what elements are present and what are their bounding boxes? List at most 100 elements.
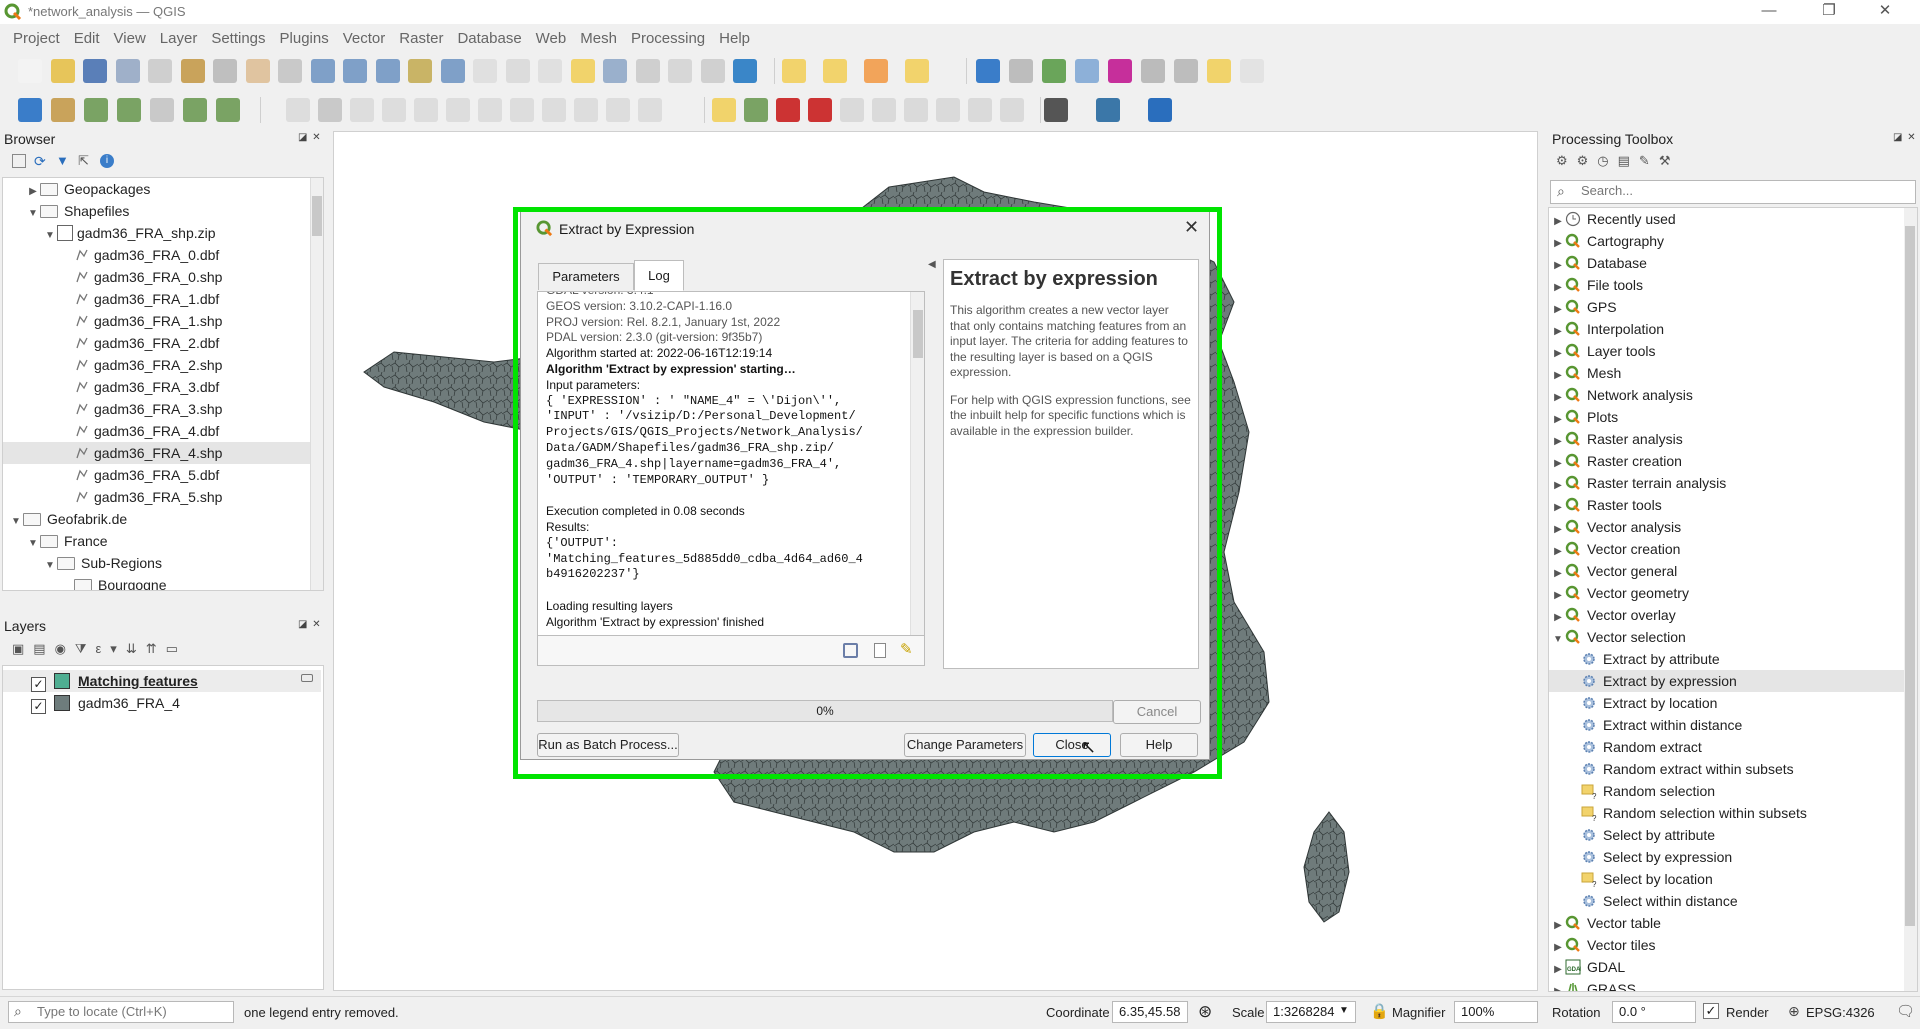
open-table-icon[interactable] bbox=[1141, 59, 1165, 83]
browser-item[interactable]: ▼ France bbox=[3, 530, 310, 552]
browser-item[interactable]: gadm36_FRA_2.dbf bbox=[3, 332, 310, 354]
move-label-icon[interactable] bbox=[872, 98, 896, 122]
toolbox-group[interactable]: ▶ GPS bbox=[1549, 296, 1904, 318]
rotate-label-icon[interactable] bbox=[904, 98, 928, 122]
toolbox-scrollbar[interactable] bbox=[1904, 208, 1917, 991]
browser-item[interactable]: gadm36_FRA_5.shp bbox=[3, 486, 310, 508]
toolbox-group[interactable]: ▶ File tools bbox=[1549, 274, 1904, 296]
label-toolbar-icon[interactable] bbox=[712, 98, 736, 122]
render-checkbox[interactable]: ✓ bbox=[1703, 1003, 1719, 1019]
toolbox-group[interactable]: ▶ Vector overlay bbox=[1549, 604, 1904, 626]
crs-label[interactable]: EPSG:4326 bbox=[1806, 1005, 1875, 1020]
deselect-icon[interactable] bbox=[864, 59, 888, 83]
layer-item[interactable]: ✓ Matching features bbox=[3, 670, 321, 692]
browser-item[interactable]: gadm36_FRA_0.dbf bbox=[3, 244, 310, 266]
cut-icon[interactable] bbox=[510, 98, 534, 122]
browser-item[interactable]: Bourgogne bbox=[3, 574, 310, 590]
locator-input[interactable]: Type to locate (Ctrl+K) bbox=[8, 1001, 234, 1023]
toolbox-group[interactable]: ▶ Database bbox=[1549, 252, 1904, 274]
zoom-next-icon[interactable] bbox=[538, 59, 562, 83]
georeferencer-icon[interactable] bbox=[1044, 98, 1068, 122]
save-project-icon[interactable] bbox=[83, 59, 107, 83]
browser-item[interactable]: gadm36_FRA_0.shp bbox=[3, 266, 310, 288]
new-mesh-layer-icon[interactable] bbox=[216, 98, 240, 122]
layer-symbol-swatch[interactable] bbox=[54, 695, 70, 711]
python-console-icon[interactable] bbox=[1096, 98, 1120, 122]
toolbox-algorithm[interactable]: ? Random selection bbox=[1549, 780, 1904, 802]
change-label-icon[interactable] bbox=[936, 98, 960, 122]
browser-item[interactable]: ▼ gadm36_FRA_shp.zip bbox=[3, 222, 310, 244]
toolbox-group[interactable]: ▶ Raster terrain analysis bbox=[1549, 472, 1904, 494]
field-calculator-icon[interactable] bbox=[1042, 59, 1066, 83]
current-edits-icon[interactable] bbox=[286, 98, 310, 122]
toolbox-toolbar[interactable]: ⚙⚙◷▤✎⚒ bbox=[1556, 153, 1696, 171]
toolbox-scroll-thumb[interactable] bbox=[1905, 226, 1915, 926]
new-spatialite-icon[interactable] bbox=[117, 98, 141, 122]
vertex-tool-icon[interactable] bbox=[414, 98, 438, 122]
messages-icon[interactable]: 🗨 bbox=[1896, 1002, 1915, 1020]
browser-item[interactable]: ▼ Sub-Regions bbox=[3, 552, 310, 574]
chevron-down-icon[interactable]: ▼ bbox=[1339, 1005, 1349, 1016]
data-source-manager-icon[interactable] bbox=[18, 98, 42, 122]
toolbox-algorithm[interactable]: Random extract within subsets bbox=[1549, 758, 1904, 780]
print-layout-icon[interactable] bbox=[148, 59, 172, 83]
minimize-button[interactable]: — bbox=[1746, 0, 1792, 24]
toolbox-algorithm[interactable]: Random extract bbox=[1549, 736, 1904, 758]
paste-icon[interactable] bbox=[574, 98, 598, 122]
menu-raster[interactable]: Raster bbox=[392, 28, 450, 50]
label-props-icon[interactable] bbox=[968, 98, 992, 122]
toolbox-group[interactable]: ▶ Recently used bbox=[1549, 208, 1904, 230]
toolbox-tree[interactable]: ▶ Recently used ▶ Cartography ▶ Database ▶ File… bbox=[1548, 207, 1918, 992]
zoom-full-icon[interactable] bbox=[375, 59, 400, 83]
new-map-view-icon[interactable] bbox=[570, 59, 595, 83]
toolbox-group[interactable]: ▶GDALGDAL bbox=[1549, 956, 1904, 978]
copy-icon[interactable] bbox=[542, 98, 566, 122]
refresh-icon[interactable] bbox=[733, 59, 757, 83]
menu-edit[interactable]: Edit bbox=[67, 28, 107, 50]
modify-attributes-icon[interactable] bbox=[446, 98, 470, 122]
new-geopackage-icon[interactable] bbox=[51, 98, 75, 122]
layer-symbol-swatch[interactable] bbox=[54, 673, 70, 689]
magnifier-spinbox[interactable]: 100% bbox=[1454, 1001, 1538, 1023]
toolbox-group[interactable]: ▶ Layer tools bbox=[1549, 340, 1904, 362]
toggle-editing-icon[interactable] bbox=[318, 98, 342, 122]
toolbox-group[interactable]: ▶ Plots bbox=[1549, 406, 1904, 428]
redo-icon[interactable] bbox=[638, 98, 662, 122]
browser-item[interactable]: gadm36_FRA_1.shp bbox=[3, 310, 310, 332]
menu-mesh[interactable]: Mesh bbox=[573, 28, 624, 50]
lock-icon[interactable]: 🔒 bbox=[1370, 1002, 1389, 1020]
pin-labels-icon[interactable] bbox=[776, 98, 800, 122]
toolbox-group[interactable]: ▶ Vector table bbox=[1549, 912, 1904, 934]
measure-icon[interactable] bbox=[1174, 59, 1198, 83]
layer-visibility-checkbox[interactable]: ✓ bbox=[31, 677, 46, 692]
layers-tree[interactable]: ✓ Matching features ✓ gadm36_FRA_4 bbox=[2, 665, 324, 990]
toolbox-algorithm[interactable]: ? Random selection within subsets bbox=[1549, 802, 1904, 824]
toolbox-algorithm[interactable]: Select within distance bbox=[1549, 890, 1904, 912]
menu-help[interactable]: Help bbox=[712, 28, 757, 50]
menu-layer[interactable]: Layer bbox=[153, 28, 205, 50]
browser-item[interactable]: gadm36_FRA_3.shp bbox=[3, 398, 310, 420]
toolbox-group[interactable]: ▶ Network analysis bbox=[1549, 384, 1904, 406]
move-diagram-icon[interactable] bbox=[1000, 98, 1024, 122]
toolbox-group[interactable]: ▶ GRASS bbox=[1549, 978, 1904, 991]
zoom-out-icon[interactable] bbox=[343, 59, 367, 83]
browser-item[interactable]: gadm36_FRA_3.dbf bbox=[3, 376, 310, 398]
show-bookmarks-icon[interactable] bbox=[668, 59, 692, 83]
close-window-button[interactable]: ✕ bbox=[1862, 0, 1908, 24]
extents-toggle-icon[interactable]: ⊛ bbox=[1198, 1002, 1212, 1022]
toolbox-group[interactable]: ▶ Vector analysis bbox=[1549, 516, 1904, 538]
save-edits-icon[interactable] bbox=[350, 98, 374, 122]
new-shapefile-icon[interactable] bbox=[84, 98, 108, 122]
attribute-table-icon[interactable] bbox=[1009, 59, 1033, 83]
zoom-last-icon[interactable] bbox=[505, 59, 530, 83]
statistics-icon[interactable] bbox=[1108, 59, 1132, 83]
toolbox-group[interactable]: ▶ Raster tools bbox=[1549, 494, 1904, 516]
layers-toolbar[interactable]: ▣▤◉⧩ε▾⇊⇈▭ bbox=[12, 641, 222, 659]
toolbox-group[interactable]: ▶ Vector tiles bbox=[1549, 934, 1904, 956]
new-virtual-layer-icon[interactable] bbox=[183, 98, 207, 122]
annotation-icon[interactable] bbox=[1240, 59, 1264, 83]
toolbox-dock-buttons[interactable]: ◪ ✕ bbox=[1893, 132, 1917, 143]
toolbox-group[interactable]: ▶ Mesh bbox=[1549, 362, 1904, 384]
browser-item[interactable]: gadm36_FRA_4.shp bbox=[3, 442, 310, 464]
layers-dock-buttons[interactable]: ◪ ✕ bbox=[298, 619, 322, 630]
